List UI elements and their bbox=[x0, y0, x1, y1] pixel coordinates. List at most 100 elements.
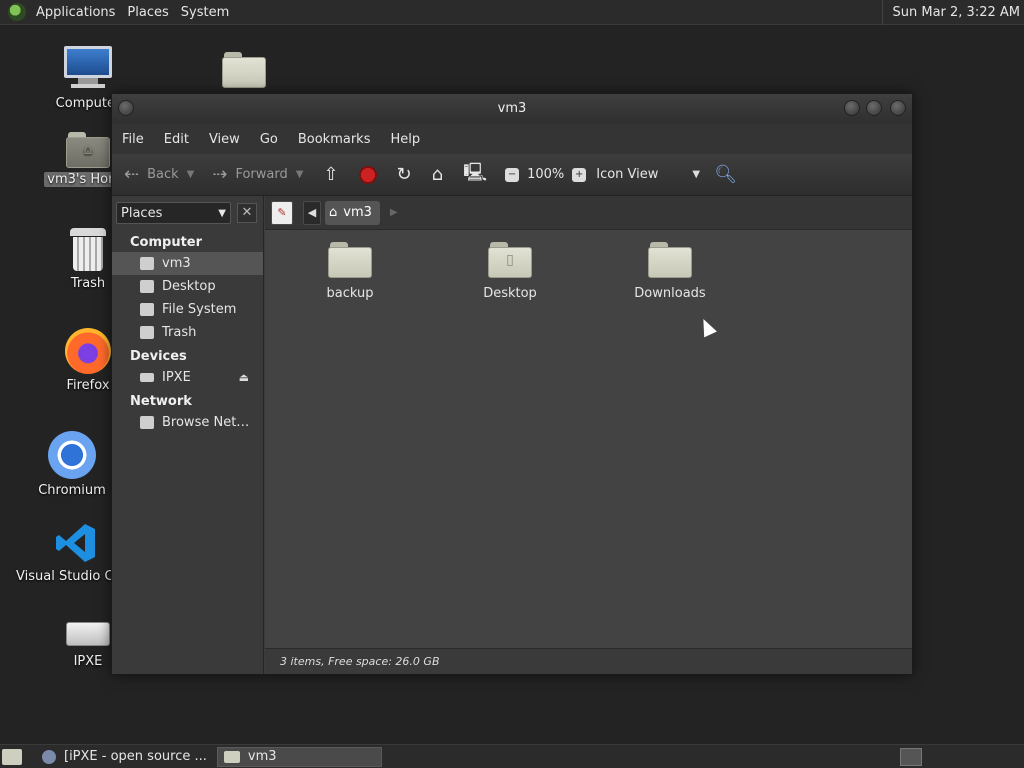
chevron-left-icon: ◀ bbox=[307, 206, 317, 219]
file-item-downloads[interactable]: Downloads bbox=[620, 240, 720, 301]
vscode-icon bbox=[54, 521, 98, 565]
back-history-dropdown-icon[interactable]: ▼ bbox=[187, 169, 195, 180]
firefox-icon bbox=[65, 328, 111, 374]
search-button[interactable]: 🔍︎ bbox=[714, 164, 745, 185]
clock[interactable]: Sun Mar 2, 3:22 AM bbox=[881, 0, 1020, 25]
zoom-in-button[interactable]: + bbox=[572, 167, 594, 182]
menu-help[interactable]: Help bbox=[384, 132, 426, 147]
taskbar-item-label: [iPXE - open source ... bbox=[64, 749, 207, 764]
chevron-down-icon: ▼ bbox=[218, 207, 226, 219]
sidebar-mode-select[interactable]: Places ▼ bbox=[116, 202, 231, 224]
chromium-icon bbox=[48, 431, 96, 479]
window-titlebar[interactable]: vm3 bbox=[112, 94, 912, 124]
edit-icon: ✎ bbox=[277, 206, 287, 219]
minimize-button[interactable] bbox=[844, 100, 860, 116]
workspace-switcher[interactable] bbox=[900, 747, 922, 766]
folder-icon bbox=[648, 240, 692, 278]
maximize-button[interactable] bbox=[866, 100, 882, 116]
computer-button[interactable]: 🖳 bbox=[463, 160, 495, 190]
view-mode-select[interactable]: Icon View ▼ bbox=[596, 167, 700, 182]
network-icon bbox=[140, 416, 154, 429]
menu-bookmarks[interactable]: Bookmarks bbox=[292, 132, 377, 147]
breadcrumb-label: vm3 bbox=[343, 205, 372, 220]
desktop-icon-chromium[interactable]: Chromium bbox=[24, 431, 120, 498]
sidebar-mode-label: Places bbox=[121, 205, 163, 221]
mate-logo-icon[interactable] bbox=[8, 3, 26, 21]
sidebar-header: Places ▼ ✕ bbox=[112, 196, 263, 230]
reload-button[interactable]: ↻ bbox=[397, 164, 420, 185]
file-label: backup bbox=[326, 286, 374, 301]
folder-icon bbox=[328, 240, 372, 278]
home-folder-icon bbox=[223, 750, 240, 763]
file-item-desktop[interactable]: ▯ Desktop bbox=[460, 240, 560, 301]
sidebar-item-file-system[interactable]: File System bbox=[112, 298, 263, 321]
sidebar-close-button[interactable]: ✕ bbox=[237, 203, 257, 223]
sidebar-item-vm3[interactable]: vm3 bbox=[112, 252, 263, 275]
forward-button[interactable]: ⇢ Forward ▼ bbox=[212, 164, 303, 185]
breadcrumb-vm3[interactable]: ⌂ vm3 bbox=[325, 200, 380, 225]
forward-history-dropdown-icon[interactable]: ▼ bbox=[296, 169, 304, 180]
view-mode-dropdown-icon: ▼ bbox=[692, 169, 701, 180]
zoom-in-icon: + bbox=[572, 167, 587, 182]
zoom-level[interactable]: 100% bbox=[527, 167, 564, 182]
file-item-backup[interactable]: backup bbox=[300, 240, 400, 301]
toolbar: ⇠ Back ▼ ⇢ Forward ▼ ⇧ ↻ ⌂ 🖳 − 100% + Ic… bbox=[112, 154, 912, 196]
sidebar-heading-devices: Devices bbox=[130, 349, 187, 364]
search-icon: 🔍︎ bbox=[714, 164, 737, 185]
sidebar-item-browse-network[interactable]: Browse Net… bbox=[112, 411, 263, 434]
places-menu[interactable]: Places bbox=[121, 5, 174, 20]
folder-icon bbox=[222, 50, 266, 88]
top-panel: Applications Places System Sun Mar 2, 3:… bbox=[0, 0, 1024, 25]
file-label: Desktop bbox=[483, 286, 537, 301]
close-button[interactable] bbox=[890, 100, 906, 116]
up-button[interactable]: ⇧ bbox=[323, 164, 346, 185]
show-desktop-button[interactable] bbox=[2, 748, 22, 765]
menu-file[interactable]: File bbox=[116, 132, 150, 147]
path-left-button[interactable]: ◀ bbox=[303, 200, 321, 225]
desktop-icon-folder[interactable] bbox=[196, 50, 292, 88]
forward-arrow-icon: ⇢ bbox=[212, 164, 228, 185]
home-folder-icon: ⌂ bbox=[329, 205, 338, 220]
home-button[interactable]: ⌂ bbox=[432, 164, 451, 185]
system-menu[interactable]: System bbox=[175, 5, 235, 20]
window-title: vm3 bbox=[497, 101, 527, 116]
path-right-button[interactable]: ▶ bbox=[390, 207, 398, 218]
home-folder-icon bbox=[140, 257, 154, 270]
sidebar-item-ipxe[interactable]: IPXE ⏏ bbox=[112, 366, 263, 389]
applications-menu[interactable]: Applications bbox=[30, 5, 121, 20]
file-system-icon bbox=[140, 303, 154, 316]
file-view: ✎ ◀ ⌂ vm3 ▶ backup ▯ Desktop Downloads 3… bbox=[265, 196, 912, 674]
home-folder-icon: ⌂ bbox=[431, 164, 444, 185]
sidebar-heading-computer: Computer bbox=[130, 235, 203, 250]
sidebar-item-desktop[interactable]: Desktop bbox=[112, 275, 263, 298]
taskbar-item-ipxe[interactable]: [iPXE - open source ... bbox=[36, 747, 213, 767]
bottom-panel: [iPXE - open source ... vm3 bbox=[0, 744, 1024, 768]
zoom-out-icon: − bbox=[505, 167, 520, 182]
sidebar-heading-network: Network bbox=[130, 394, 192, 409]
edit-location-button[interactable]: ✎ bbox=[271, 200, 293, 225]
desktop-icon-label: Chromium bbox=[38, 483, 106, 498]
reload-icon: ↻ bbox=[396, 164, 412, 185]
up-arrow-icon: ⇧ bbox=[323, 164, 339, 185]
trash-icon bbox=[70, 228, 106, 272]
menu-edit[interactable]: Edit bbox=[158, 132, 195, 147]
computer-icon: 🖳 bbox=[463, 161, 488, 183]
menubar: File Edit View Go Bookmarks Help bbox=[112, 124, 912, 154]
window-content: Places ▼ ✕ Computer vm3 Desktop File Sys… bbox=[112, 196, 912, 674]
status-bar: 3 items, Free space: 26.0 GB bbox=[265, 648, 912, 674]
menu-go[interactable]: Go bbox=[254, 132, 284, 147]
file-manager-window: vm3 File Edit View Go Bookmarks Help ⇠ B… bbox=[111, 93, 913, 675]
back-button[interactable]: ⇠ Back ▼ bbox=[124, 164, 194, 185]
forward-label: Forward bbox=[235, 167, 288, 182]
file-grid: backup ▯ Desktop Downloads bbox=[265, 230, 912, 616]
sidebar-item-trash[interactable]: Trash bbox=[112, 321, 263, 344]
drive-icon bbox=[66, 622, 110, 646]
zoom-out-button[interactable]: − bbox=[505, 167, 527, 182]
menu-view[interactable]: View bbox=[203, 132, 246, 147]
stop-icon bbox=[358, 165, 377, 184]
stop-button[interactable] bbox=[358, 165, 377, 184]
eject-icon[interactable]: ⏏ bbox=[239, 366, 249, 389]
desktop-folder-icon: ▯ bbox=[488, 240, 532, 278]
view-mode-label: Icon View bbox=[596, 167, 659, 182]
taskbar-item-vm3[interactable]: vm3 bbox=[216, 746, 382, 767]
